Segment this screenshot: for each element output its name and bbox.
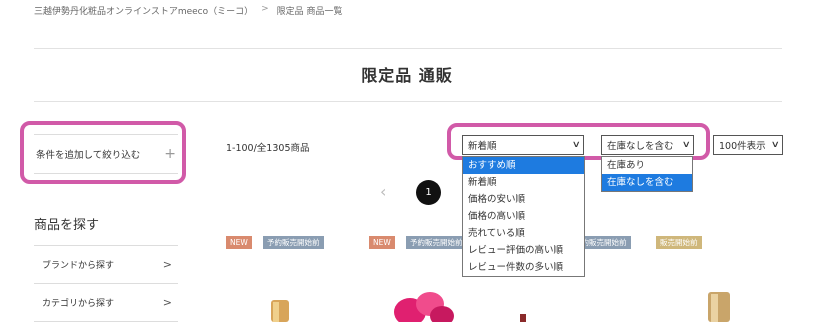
- sort-option[interactable]: 価格の安い順: [463, 191, 584, 208]
- tag-new: NEW: [369, 236, 395, 249]
- pager-prev-button[interactable]: ‹: [380, 182, 386, 201]
- stock-option[interactable]: 在庫あり: [602, 157, 692, 174]
- chevron-down-icon: ∨: [572, 140, 582, 150]
- stock-option[interactable]: 在庫なしを含む: [602, 174, 692, 191]
- stock-dropdown: 在庫あり 在庫なしを含む: [601, 156, 693, 192]
- chevron-right-icon: >: [162, 296, 172, 309]
- divider: [34, 101, 782, 102]
- chevron-down-icon: ∨: [682, 140, 692, 150]
- search-list: ブランドから探す > カテゴリから探す >: [34, 245, 178, 322]
- breadcrumb-home-link[interactable]: 三越伊勢丹化粧品オンラインストアmeeco（ミーコ）: [34, 4, 253, 17]
- sort-option[interactable]: 売れている順: [463, 225, 584, 242]
- chevron-down-icon: ∨: [771, 140, 781, 150]
- breadcrumb-current: 限定品 商品一覧: [276, 7, 343, 17]
- product-image[interactable]: [392, 290, 456, 322]
- tag-preorder: 予約販売開始前: [406, 236, 467, 249]
- sort-dropdown: おすすめ順 新着順 価格の安い順 価格の高い順 売れている順 レビュー評価の高い…: [462, 156, 585, 277]
- filter-label: 条件を追加して絞り込む: [36, 150, 141, 161]
- stock-select[interactable]: 在庫なしを含む ∨: [601, 135, 694, 155]
- sort-select-value: 新着順: [468, 141, 497, 152]
- annotation-badge: 1: [416, 180, 441, 205]
- divider: [34, 48, 782, 49]
- tag-sale-start: 販売開始前: [656, 236, 702, 249]
- sidebar-item-category[interactable]: カテゴリから探す >: [34, 284, 178, 322]
- sort-option[interactable]: レビュー件数の多い順: [463, 259, 584, 276]
- product-image[interactable]: [262, 300, 298, 322]
- tag-new: NEW: [226, 236, 252, 249]
- stock-select-value: 在庫なしを含む: [607, 141, 674, 152]
- sidebar-item-label: ブランドから探す: [42, 261, 115, 271]
- page-title: 限定品 通販: [361, 66, 453, 85]
- sidebar-item-brand[interactable]: ブランドから探す >: [34, 246, 178, 284]
- per-page-select[interactable]: 100件表示 ∨: [713, 135, 783, 155]
- result-count: 1-100/全1305商品: [226, 143, 310, 154]
- sidebar-item-label: カテゴリから探す: [42, 299, 115, 309]
- sort-option[interactable]: 価格の高い順: [463, 208, 584, 225]
- sort-option[interactable]: 新着順: [463, 174, 584, 191]
- sort-option[interactable]: レビュー評価の高い順: [463, 242, 584, 259]
- sort-option[interactable]: おすすめ順: [463, 157, 584, 174]
- product-image[interactable]: [702, 292, 736, 322]
- plus-icon: +: [164, 146, 176, 162]
- per-page-select-value: 100件表示: [719, 141, 766, 152]
- sort-select[interactable]: 新着順 ∨: [462, 135, 584, 155]
- breadcrumb-separator: >: [261, 4, 269, 14]
- search-heading: 商品を探す: [34, 218, 100, 233]
- add-filter-button[interactable]: 条件を追加して絞り込む +: [34, 134, 178, 174]
- chevron-right-icon: >: [162, 258, 172, 271]
- breadcrumb: 三越伊勢丹化粧品オンラインストアmeeco（ミーコ） > 限定品 商品一覧: [34, 4, 343, 17]
- product-image[interactable]: [518, 314, 528, 322]
- tag-preorder: 予約販売開始前: [263, 236, 324, 249]
